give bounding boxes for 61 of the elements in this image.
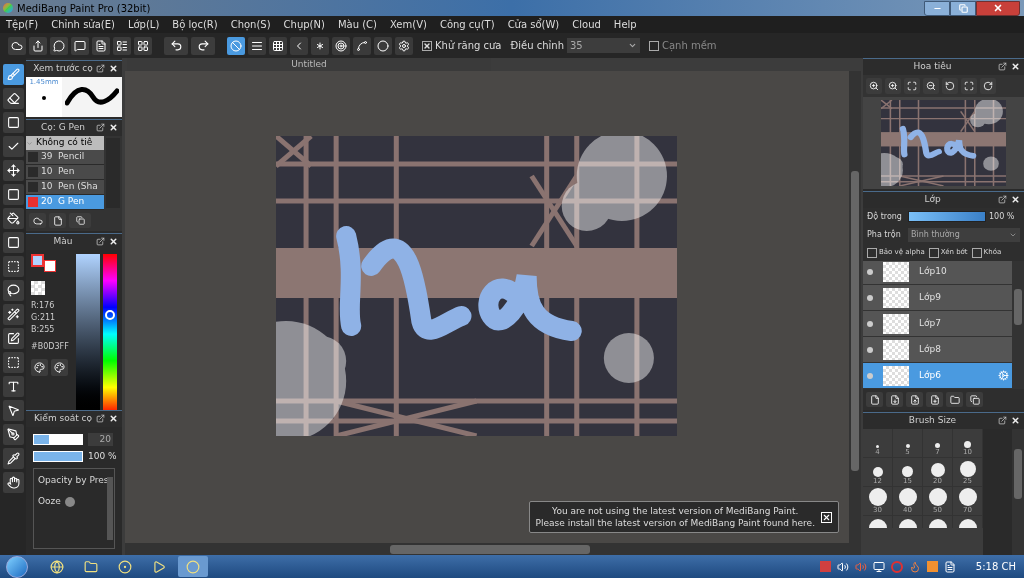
brush-option-label: Ooze (38, 495, 61, 508)
brush-group-header[interactable]: Không có tiê (26, 136, 104, 150)
panel-title: Xem trước cọ (33, 62, 93, 76)
opacity-value: 100 % (88, 450, 117, 463)
layer-row[interactable]: Lớp10 (863, 261, 1012, 285)
brush-size-number: 39 (41, 150, 54, 164)
size-field[interactable]: 20 (88, 433, 113, 446)
adjust-dropdown[interactable]: 35 (567, 38, 640, 53)
brush-name: G Pen (58, 195, 85, 209)
panel-title: Cọ: G Pen (41, 121, 85, 135)
rgb-value: B:255 (31, 324, 56, 336)
rgb-value: R:176 (31, 300, 56, 312)
panel-title: Brush Size (908, 414, 957, 428)
panel-title: Kiểm soát cọ (33, 412, 93, 426)
layer-opacity-value: 100 % (989, 210, 1015, 223)
clock[interactable]: 5:18 CH (975, 559, 1016, 574)
brush-list-item[interactable]: 10 Pen (Sha (26, 180, 104, 195)
brush-list-item[interactable]: 10 Pen (26, 165, 104, 180)
antialias-label: Khử răng cưa (435, 39, 502, 53)
notification-text: Please install the latest version of MediBang Paint found here. (535, 517, 815, 529)
notification-text: You are not using the latest version of MediBang Paint. (552, 505, 799, 517)
menu-item[interactable]: Tệp(F) (6, 17, 39, 32)
layer-row[interactable]: Lớp9 (863, 285, 1012, 311)
layer-row[interactable]: Lớp7 (863, 311, 1012, 337)
window-title: MediBang Paint Pro (32bit) (17, 1, 151, 16)
update-toast[interactable]: You are not using the latest version of MediBang Paint. Please install the latest version of MediBang Paint found here. (528, 501, 839, 533)
brush-size-number: 20 (41, 195, 54, 209)
menu-item[interactable]: Xem(V) (389, 17, 427, 32)
menu-item[interactable]: Chụp(N) (283, 17, 325, 32)
menu-item[interactable]: Help (613, 17, 637, 32)
brush-name: Pen (58, 165, 75, 179)
blend-dropdown[interactable]: Bình thường (908, 227, 1020, 242)
menu-item[interactable]: Bộ lọc(R) (172, 17, 218, 32)
panel-title: Hoa tiêu (913, 60, 952, 74)
blend-label: Pha trộn (867, 228, 902, 241)
hex-value: #B0D3FF (31, 341, 70, 353)
menu-item[interactable]: Màu (C) (337, 17, 377, 32)
layer-row[interactable]: Lớp8 (863, 337, 1012, 363)
brush-size-number: 10 (41, 180, 54, 194)
panel-title: Lớp (924, 193, 941, 207)
brush-name: Pencil (58, 150, 85, 164)
layer-name: Lớp7 (919, 316, 941, 330)
menu-item[interactable]: Lớp(L) (127, 17, 160, 32)
brush-option-label: Opacity by Pres (38, 473, 107, 487)
menu-item[interactable]: Cửa sổ(W) (507, 17, 560, 32)
brush-list-item[interactable]: 39 Pencil (26, 150, 104, 165)
soft-edge-label: Cạnh mềm (662, 39, 717, 53)
menu-item[interactable]: Công cụ(T) (439, 17, 495, 32)
opacity-label: Độ trong (867, 210, 903, 223)
layer-name: Lớp9 (919, 290, 941, 304)
layer-name: Lớp10 (919, 264, 947, 278)
layer-name: Lớp8 (919, 342, 941, 356)
rgb-value: G:211 (31, 312, 57, 324)
menu-item[interactable]: Chỉnh sửa(E) (51, 17, 115, 32)
brush-size-number: 10 (41, 165, 54, 179)
menu-item[interactable]: Cloud (572, 17, 601, 32)
layer-name: Lớp6 (919, 368, 941, 382)
adjust-label: Điều chỉnh (510, 39, 564, 53)
brush-name: Pen (Sha (58, 180, 98, 194)
panel-title: Màu (53, 235, 73, 249)
menu-item[interactable]: Chọn(S) (230, 17, 271, 32)
